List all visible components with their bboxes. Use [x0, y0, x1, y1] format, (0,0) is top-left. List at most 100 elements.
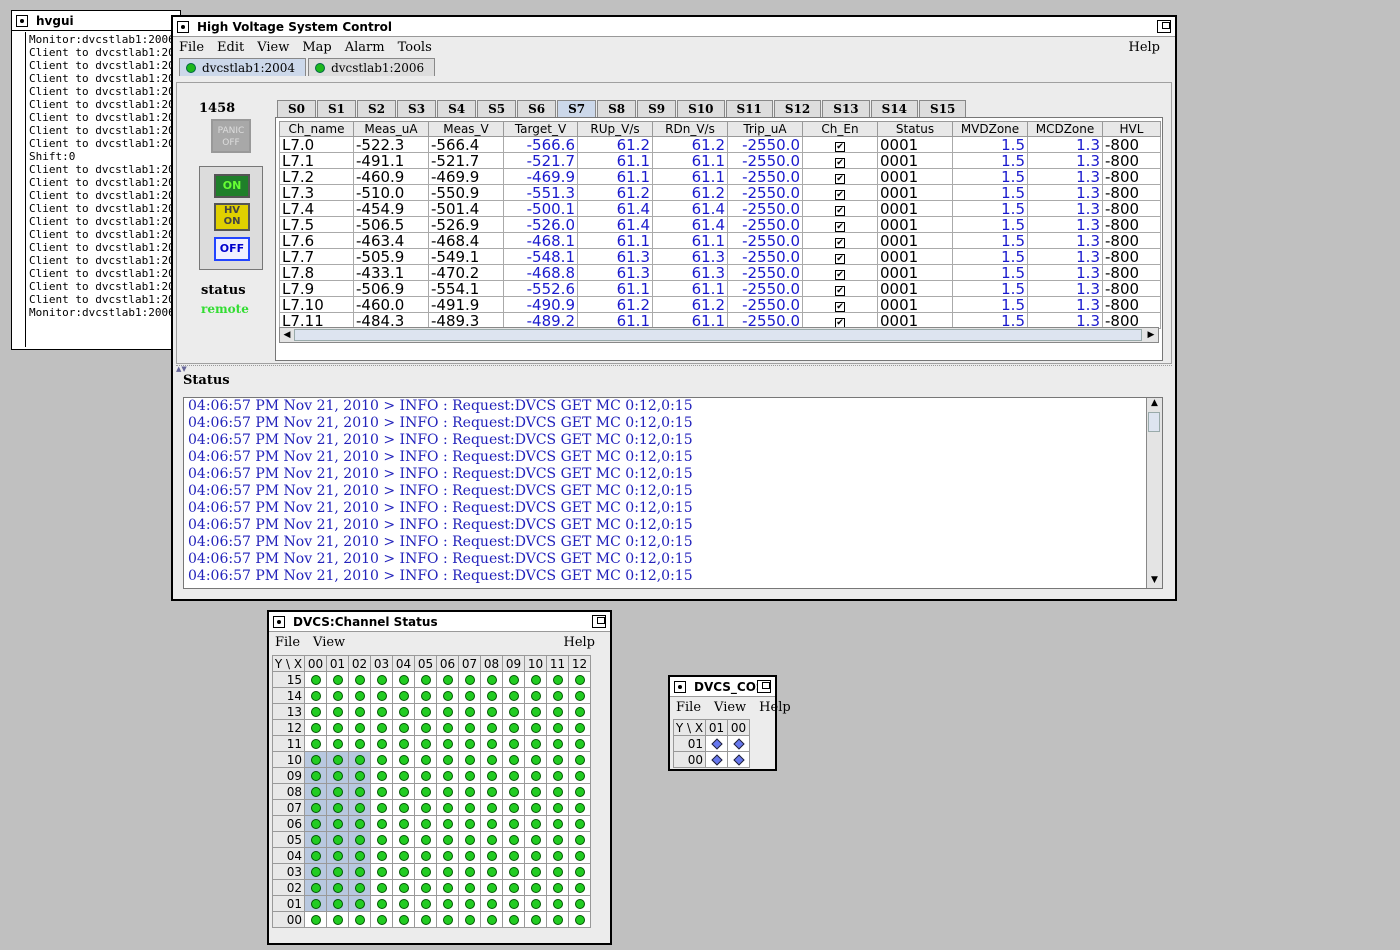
channel-status-led-icon[interactable]: [574, 787, 585, 797]
grid-cell[interactable]: [546, 879, 569, 896]
grid-cell[interactable]: [568, 847, 591, 864]
grid-cell[interactable]: [348, 863, 371, 880]
channel-status-led-icon[interactable]: [486, 803, 497, 813]
grid-cell[interactable]: [568, 671, 591, 688]
channel-status-led-icon[interactable]: [442, 691, 453, 701]
grid-cell[interactable]: [304, 799, 327, 816]
channel-status-led-icon[interactable]: [376, 755, 387, 765]
table-cell[interactable]: -433.1: [353, 264, 429, 281]
channel-status-led-icon[interactable]: [464, 707, 475, 717]
channel-status-led-icon[interactable]: [376, 691, 387, 701]
table-cell[interactable]: -2550.0: [727, 264, 803, 281]
grid-cell[interactable]: [304, 879, 327, 896]
grid-cell[interactable]: [414, 735, 437, 752]
grid-cell[interactable]: [326, 783, 349, 800]
table-cell[interactable]: 61.2: [652, 136, 728, 153]
table-cell[interactable]: -468.4: [428, 232, 504, 249]
grid-cell[interactable]: [436, 735, 459, 752]
grid-cell[interactable]: [705, 751, 728, 768]
channel-status-led-icon[interactable]: [464, 883, 475, 893]
menu-file[interactable]: File: [670, 700, 708, 715]
grid-cell[interactable]: [546, 847, 569, 864]
channel-status-led-icon[interactable]: [486, 723, 497, 733]
channel-status-led-icon[interactable]: [486, 851, 497, 861]
checkbox-checked[interactable]: ✔: [835, 302, 845, 312]
grid-cell[interactable]: [414, 751, 437, 768]
menu-file[interactable]: File: [173, 40, 211, 55]
scroll-up-icon[interactable]: ▲: [1148, 398, 1161, 411]
table-cell[interactable]: 0001: [877, 216, 953, 233]
grid-cell[interactable]: [326, 831, 349, 848]
channel-status-led-icon[interactable]: [486, 739, 497, 749]
channel-status-led-icon[interactable]: [442, 771, 453, 781]
grid-cell[interactable]: [546, 911, 569, 928]
table-cell[interactable]: -2550.0: [727, 296, 803, 313]
checkbox-checked[interactable]: ✔: [835, 238, 845, 248]
checkbox-checked[interactable]: ✔: [835, 158, 845, 168]
channel-enable-cell[interactable]: ✔: [802, 136, 878, 153]
channel-status-led-icon[interactable]: [508, 867, 519, 877]
channel-status-led-icon[interactable]: [442, 707, 453, 717]
checkbox-checked[interactable]: ✔: [835, 174, 845, 184]
grid-cell[interactable]: [502, 751, 525, 768]
channel-status-led-icon[interactable]: [310, 915, 321, 925]
column-header[interactable]: Trip_uA: [727, 121, 803, 137]
channel-status-led-icon[interactable]: [552, 755, 563, 765]
xterm-titlebar[interactable]: hvgui: [12, 11, 180, 31]
table-cell[interactable]: -501.4: [428, 200, 504, 217]
channel-status-led-icon[interactable]: [530, 723, 541, 733]
grid-cell[interactable]: [304, 735, 327, 752]
grid-cell[interactable]: [392, 847, 415, 864]
channel-status-led-icon[interactable]: [508, 723, 519, 733]
table-cell[interactable]: 61.3: [652, 248, 728, 265]
channel-status-led-icon[interactable]: [398, 835, 409, 845]
grid-cell[interactable]: [524, 895, 547, 912]
checkbox-checked[interactable]: ✔: [835, 254, 845, 264]
channel-status-led-icon[interactable]: [574, 867, 585, 877]
grid-cell[interactable]: [304, 687, 327, 704]
panic-off-button[interactable]: PANIC OFF: [211, 119, 251, 153]
channel-status-led-icon[interactable]: [530, 707, 541, 717]
channel-status-led-icon[interactable]: [442, 739, 453, 749]
table-cell[interactable]: -566.4: [428, 136, 504, 153]
grid-cell[interactable]: [524, 799, 547, 816]
table-cell[interactable]: 1.5: [952, 200, 1028, 217]
channel-status-led-icon[interactable]: [398, 787, 409, 797]
grid-cell[interactable]: [568, 895, 591, 912]
channel-status-led-icon[interactable]: [376, 915, 387, 925]
menu-tools[interactable]: Tools: [392, 40, 439, 55]
table-cell[interactable]: L7.9: [279, 280, 354, 297]
tab-slot-s1[interactable]: S1: [317, 100, 357, 117]
grid-cell[interactable]: [436, 831, 459, 848]
column-header[interactable]: Meas_V: [428, 121, 504, 137]
grid-cell[interactable]: [414, 831, 437, 848]
channel-status-led-icon[interactable]: [574, 835, 585, 845]
menu-help[interactable]: Help: [753, 700, 798, 715]
grid-cell[interactable]: [370, 847, 393, 864]
grid-cell[interactable]: [326, 671, 349, 688]
table-cell[interactable]: 1.3: [1027, 280, 1103, 297]
channel-status-led-icon[interactable]: [442, 851, 453, 861]
grid-cell[interactable]: [304, 911, 327, 928]
table-cell[interactable]: -521.7: [428, 152, 504, 169]
grid-cell[interactable]: [502, 831, 525, 848]
channel-status-led-icon[interactable]: [486, 787, 497, 797]
table-hscrollbar[interactable]: ◀ ▶: [279, 327, 1159, 343]
channel-status-led-icon[interactable]: [332, 835, 343, 845]
table-cell[interactable]: -2550.0: [727, 168, 803, 185]
checkbox-checked[interactable]: ✔: [835, 222, 845, 232]
table-cell[interactable]: 1.5: [952, 216, 1028, 233]
table-cell[interactable]: L7.10: [279, 296, 354, 313]
grid-cell[interactable]: [502, 783, 525, 800]
grid-cell[interactable]: [304, 671, 327, 688]
grid-cell[interactable]: [370, 687, 393, 704]
grid-cell[interactable]: [502, 815, 525, 832]
grid-cell[interactable]: [480, 879, 503, 896]
grid-cell[interactable]: [568, 863, 591, 880]
grid-cell[interactable]: [502, 895, 525, 912]
table-cell[interactable]: -526.0: [503, 216, 578, 233]
table-cell[interactable]: 0001: [877, 136, 953, 153]
channel-status-led-icon[interactable]: [464, 851, 475, 861]
channel-status-led-icon[interactable]: [552, 851, 563, 861]
table-cell[interactable]: -470.2: [428, 264, 504, 281]
